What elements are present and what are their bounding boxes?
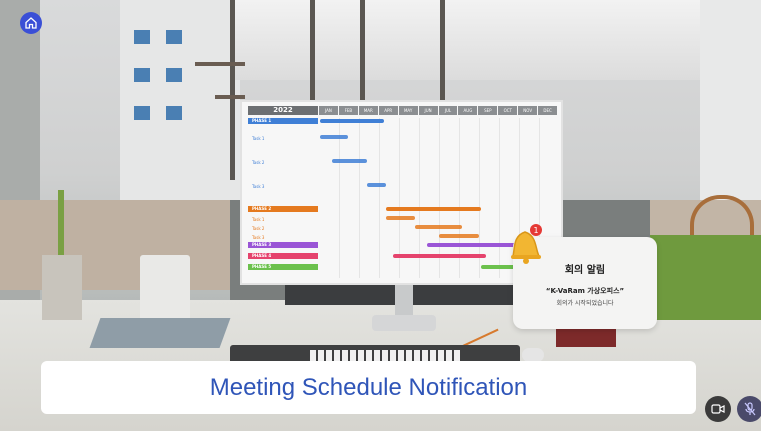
gantt-month: MAR bbox=[358, 106, 378, 115]
gantt-month: JAN bbox=[319, 106, 338, 115]
monitor-stand-base bbox=[372, 315, 436, 331]
shelf bbox=[195, 62, 245, 66]
monitor-stand bbox=[395, 285, 413, 317]
computer-mouse bbox=[522, 348, 544, 362]
building-window bbox=[134, 106, 150, 120]
gantt-bar bbox=[320, 135, 349, 139]
gantt-month: OCT bbox=[498, 106, 518, 115]
gantt-month: DEC bbox=[538, 106, 558, 115]
gantt-task-label: Task 3 bbox=[252, 184, 265, 189]
gantt-task-label: Task 2 bbox=[252, 226, 265, 231]
gantt-task-label: Task 1 bbox=[252, 136, 265, 141]
gantt-header: 2022 JAN FEB MAR APR MAY JUN JUL AUG SEP OCT NOV DE… bbox=[248, 106, 558, 115]
partition-panel-left bbox=[0, 200, 230, 290]
caption-text: Meeting Schedule Notification bbox=[209, 373, 528, 401]
ceiling bbox=[230, 0, 710, 80]
gantt-month: MAY bbox=[398, 106, 418, 115]
gantt-month: AUG bbox=[458, 106, 478, 115]
gantt-phase-label: PHASE 2 bbox=[248, 206, 318, 212]
gantt-month: FEB bbox=[338, 106, 358, 115]
desk-container bbox=[140, 255, 190, 325]
gantt-bar bbox=[386, 216, 415, 220]
gantt-month: SEP bbox=[478, 106, 498, 115]
video-camera-icon bbox=[711, 404, 725, 414]
shelf bbox=[215, 95, 245, 99]
gantt-month: JUN bbox=[418, 106, 438, 115]
microphone-icon bbox=[744, 402, 756, 416]
building-window bbox=[134, 30, 150, 44]
gantt-bar bbox=[320, 119, 384, 123]
bamboo-plant bbox=[58, 190, 64, 260]
virtual-office-scene: 2022 JAN FEB MAR APR MAY JUN JUL AUG SEP OCT NOV DE… bbox=[0, 0, 761, 431]
bell-icon: 1 bbox=[511, 224, 542, 264]
gantt-phase-label: PHASE 3 bbox=[248, 242, 318, 248]
notification-office-name: “K-VaRam 가상오피스” bbox=[545, 287, 625, 295]
gantt-task-label: Task 1 bbox=[252, 217, 265, 222]
gantt-bar bbox=[386, 207, 482, 211]
shelf-beam bbox=[230, 0, 235, 180]
gantt-task-label: Task 2 bbox=[252, 160, 265, 165]
gantt-month: JUL bbox=[438, 106, 458, 115]
gantt-bar bbox=[367, 183, 387, 187]
plant-pot bbox=[42, 255, 82, 320]
gantt-task-list: PHASE 1 Task 1 Task 2 Task 3 PHASE 2 Task 1 Ta… bbox=[248, 118, 318, 278]
building-window bbox=[166, 30, 182, 44]
gantt-bar bbox=[414, 225, 463, 229]
building-window bbox=[166, 106, 182, 120]
gantt-month: NOV bbox=[518, 106, 538, 115]
gantt-task-label: Task 3 bbox=[252, 235, 265, 240]
gantt-months: JAN FEB MAR APR MAY JUN JUL AUG SEP OCT NOV DEC bbox=[318, 106, 558, 115]
notification-message: 회의가 시작되었습니다 bbox=[556, 300, 614, 307]
gantt-phase-label: PHASE 4 bbox=[248, 253, 318, 259]
microphone-toggle-button[interactable] bbox=[737, 396, 761, 422]
gantt-bar bbox=[393, 254, 486, 258]
gantt-bar bbox=[438, 234, 479, 238]
home-icon bbox=[25, 17, 37, 29]
gantt-year: 2022 bbox=[248, 106, 318, 115]
notification-badge-count: 1 bbox=[533, 226, 538, 235]
gantt-phase-label: PHASE 5 bbox=[248, 264, 318, 270]
home-button[interactable] bbox=[20, 12, 42, 34]
green-bag bbox=[650, 235, 761, 320]
video-toggle-button[interactable] bbox=[705, 396, 731, 422]
gantt-phase-label: PHASE 1 bbox=[248, 118, 318, 124]
gantt-month: APR bbox=[378, 106, 398, 115]
building-window bbox=[134, 68, 150, 82]
gantt-bar bbox=[331, 159, 368, 163]
caption-banner: Meeting Schedule Notification bbox=[41, 361, 696, 414]
building-window bbox=[166, 68, 182, 82]
document-tray bbox=[89, 318, 231, 348]
